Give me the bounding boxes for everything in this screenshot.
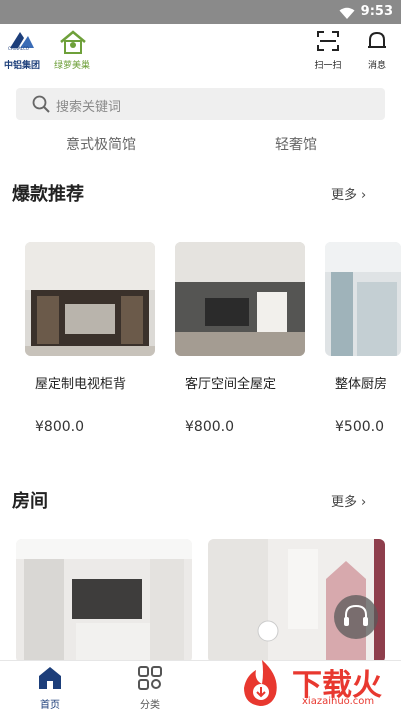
message-button[interactable]: 消息: [360, 30, 394, 71]
bell-icon: [368, 31, 386, 48]
product-name: 客厅空间全屋定: [185, 377, 277, 392]
room-image: [16, 539, 192, 663]
status-time: 9:53: [360, 4, 393, 19]
product-price: ¥800.0: [35, 419, 84, 435]
tab-home-label: 首页: [40, 700, 60, 710]
scan-icon: [317, 31, 339, 51]
search-placeholder: 搜索关键词: [56, 100, 122, 115]
product-price: ¥500.0: [335, 419, 384, 435]
chevron-right-icon: ›: [361, 495, 367, 510]
logo1-name: 中铝集团: [4, 61, 41, 71]
customer-service-button[interactable]: [334, 595, 378, 639]
status-bar: 9:53: [0, 0, 401, 24]
tab-home[interactable]: 首页: [25, 665, 75, 710]
svg-text:CHINALCO: CHINALCO: [8, 46, 29, 50]
room-card[interactable]: [16, 539, 192, 663]
product-image: [175, 242, 305, 356]
product-card[interactable]: 整体厨房 ¥500.0: [325, 242, 401, 442]
watermark-url: xiazaihuo.com: [302, 696, 375, 707]
watermark: 下载火 xiazaihuo.com: [232, 656, 401, 710]
hot-section-title: 爆款推荐: [12, 184, 84, 205]
tab-category-label: 分类: [140, 700, 160, 710]
room-more-label: 更多: [331, 495, 358, 510]
hot-more-link[interactable]: 更多 ›: [331, 184, 366, 203]
search-input[interactable]: 搜索关键词: [16, 88, 385, 120]
room-more-link[interactable]: 更多 ›: [331, 491, 366, 510]
product-card[interactable]: 客厅空间全屋定 ¥800.0: [175, 242, 305, 442]
home-icon: [39, 667, 61, 689]
message-label: 消息: [367, 61, 386, 71]
grid-icon: [138, 666, 162, 690]
chinalco-logo: CHINALCO 中铝集团: [4, 30, 44, 71]
product-card[interactable]: 屋定制电视柜背 ¥800.0: [25, 242, 155, 442]
flame-logo-icon: [244, 660, 277, 706]
product-price: ¥800.0: [185, 419, 234, 435]
tab-light-luxury[interactable]: 轻奢馆: [275, 134, 317, 154]
scan-button[interactable]: 扫一扫: [311, 30, 345, 71]
wifi-icon: [339, 5, 355, 24]
hot-more-label: 更多: [331, 188, 358, 203]
headset-icon: [344, 604, 368, 626]
product-name: 整体厨房: [335, 377, 388, 392]
tab-italian-minimal[interactable]: 意式极简馆: [66, 134, 136, 154]
product-image: [325, 242, 401, 356]
logo2-name: 绿萝美巢: [54, 61, 91, 71]
product-image: [25, 242, 155, 356]
tab-category[interactable]: 分类: [125, 665, 175, 710]
lvluo-logo: 绿萝美巢: [54, 30, 94, 71]
room-section-title: 房间: [12, 491, 48, 512]
chevron-right-icon: ›: [361, 188, 367, 203]
product-name: 屋定制电视柜背: [35, 377, 127, 392]
search-icon: [32, 95, 50, 113]
app-header: CHINALCO 中铝集团 绿萝美巢 扫一扫 消息: [0, 24, 401, 74]
scan-label: 扫一扫: [314, 61, 342, 71]
